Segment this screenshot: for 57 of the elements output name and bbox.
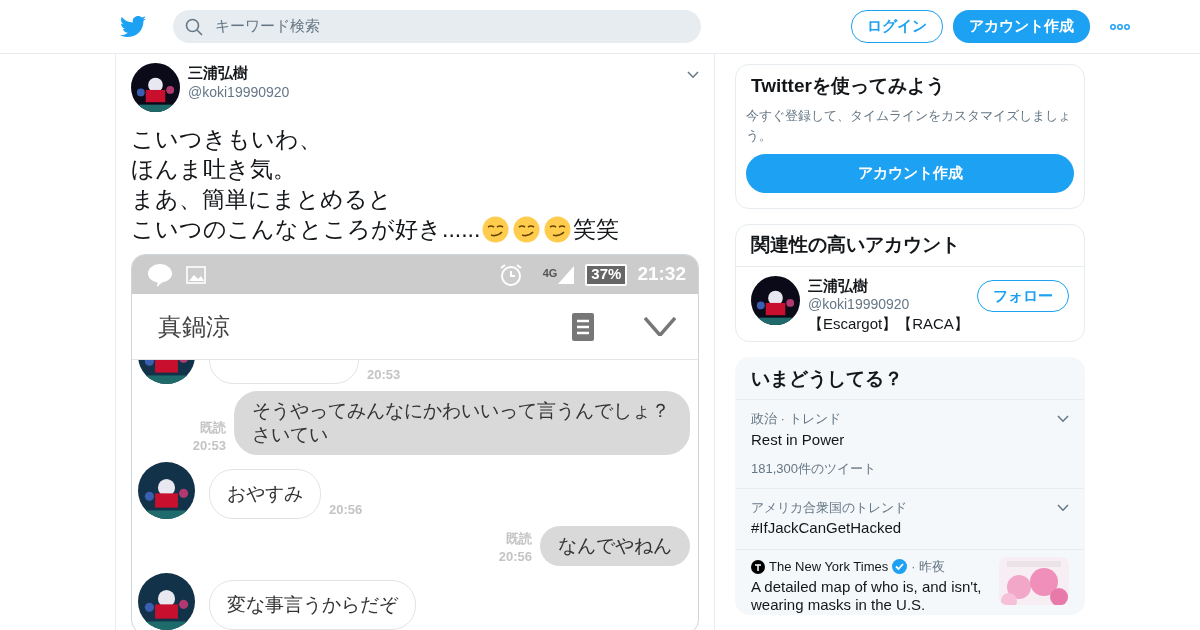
tweet-text: まあ、簡単にまとめると bbox=[131, 185, 392, 214]
tweet-text: こいつきもいわ、 bbox=[131, 125, 322, 154]
message-bubble: そうやってみんなにかわいいって言うんでしょ？さいてい bbox=[234, 391, 690, 455]
chevron-down-icon[interactable] bbox=[644, 317, 676, 336]
signal-icon bbox=[557, 264, 576, 285]
news-time: · 昨夜 bbox=[911, 557, 946, 576]
author-handle: @koki19990920 bbox=[188, 83, 290, 102]
tweet-text: こいつのこんなところが好き...... bbox=[131, 215, 481, 244]
card-title: 関連性の高いアカウント bbox=[750, 232, 961, 257]
follow-button[interactable]: フォロー bbox=[977, 279, 1069, 313]
bird-logo-icon[interactable] bbox=[120, 16, 146, 37]
chevron-down-icon[interactable] bbox=[1057, 503, 1069, 511]
search-field[interactable]: キーワード検索 bbox=[173, 10, 701, 43]
smirk-face-icon bbox=[513, 215, 541, 243]
network-label: 4G bbox=[542, 265, 558, 281]
tweet-count: 181,300件のツイート bbox=[751, 460, 876, 479]
news-logo-icon bbox=[751, 559, 765, 574]
card-title: Twitterを使ってみよう bbox=[750, 75, 946, 98]
signup-button[interactable]: アカウント作成 bbox=[746, 153, 1074, 193]
message-time: 20:53 bbox=[192, 437, 226, 455]
signup-button[interactable]: アカウント作成 bbox=[953, 10, 1090, 43]
news-headline[interactable]: A detailed map of who is, and isn't, wearing masks in the U.S. bbox=[751, 578, 991, 615]
account-bio: 【Escargot】【RACA】 bbox=[808, 313, 969, 333]
search-icon bbox=[185, 17, 203, 36]
account-name: 三浦弘樹 bbox=[808, 275, 869, 295]
chevron-down-icon[interactable] bbox=[687, 71, 699, 78]
message-time: 20:56 bbox=[329, 501, 363, 519]
author-name: 三浦弘樹 bbox=[188, 63, 249, 82]
message-bubble: おやすみ bbox=[209, 468, 321, 519]
smirk-face-icon bbox=[482, 215, 510, 243]
chat-app-icon bbox=[146, 261, 174, 288]
contact-name: 真鍋涼 bbox=[158, 311, 230, 342]
image-icon bbox=[186, 265, 206, 284]
account-handle: @koki19990920 bbox=[808, 294, 911, 314]
trend-category: アメリカ合衆国のトレンド bbox=[751, 498, 907, 517]
message-time: 20:56 bbox=[498, 548, 532, 566]
read-receipt: 既読 bbox=[199, 419, 226, 437]
message-time: 20:53 bbox=[367, 366, 401, 384]
trend-name[interactable]: Rest in Power bbox=[751, 428, 876, 452]
tweet-text: 笑笑 bbox=[573, 215, 620, 244]
login-button[interactable]: ログイン bbox=[851, 10, 943, 43]
battery-indicator: 37% bbox=[585, 263, 628, 286]
message-bubble: 変な事言うからだぞ bbox=[209, 579, 416, 630]
notes-icon[interactable] bbox=[572, 312, 594, 341]
chevron-down-icon[interactable] bbox=[1057, 415, 1069, 423]
trend-category: 政治 · トレンド bbox=[751, 410, 842, 429]
tweet-text: ほんま吐き気。 bbox=[131, 155, 296, 184]
smirk-face-icon bbox=[544, 215, 572, 243]
message-bubble: なんでやねん bbox=[540, 526, 690, 566]
search-input[interactable]: キーワード検索 bbox=[213, 14, 689, 39]
trend-name[interactable]: #IfJackCanGetHacked bbox=[751, 517, 907, 540]
read-receipt: 既読 bbox=[505, 530, 532, 548]
news-source: The New York Times bbox=[769, 557, 889, 576]
card-title: いまどうしてる？ bbox=[750, 366, 904, 391]
alarm-clock-icon bbox=[498, 262, 523, 287]
card-description: 今すぐ登録して、タイムラインをカスタマイズしましょう。 bbox=[746, 106, 1072, 145]
more-icon[interactable] bbox=[1110, 23, 1130, 30]
